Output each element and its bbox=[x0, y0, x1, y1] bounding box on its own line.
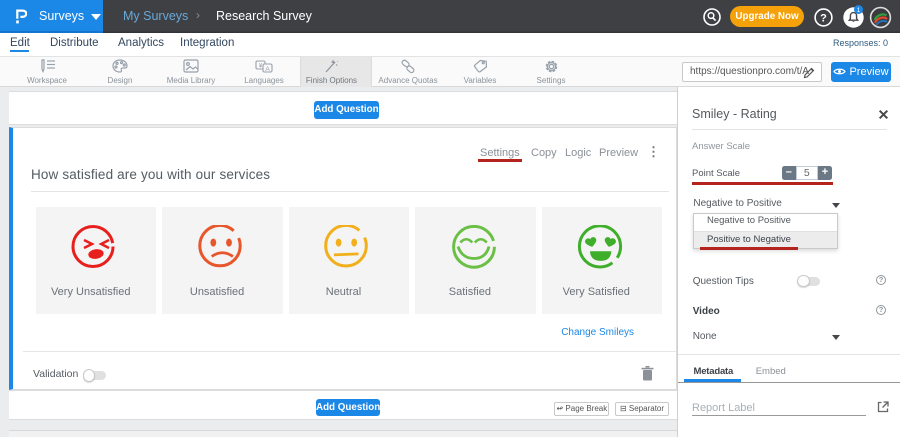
svg-text:A: A bbox=[265, 66, 270, 73]
svg-text:1: 1 bbox=[857, 7, 861, 14]
svg-text:?: ? bbox=[820, 12, 827, 24]
svg-text:¥: ¥ bbox=[259, 63, 263, 70]
